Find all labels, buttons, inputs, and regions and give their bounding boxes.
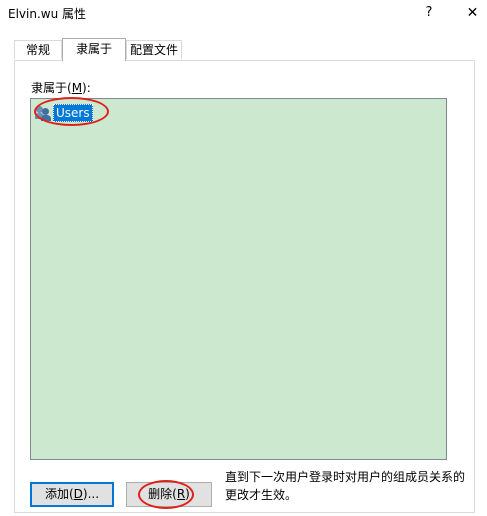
add-button-accel: D xyxy=(73,487,83,501)
title-bar: Elvin.wu 属性 ? ✕ xyxy=(0,0,487,26)
remove-button-suffix: ) xyxy=(185,487,190,501)
add-button[interactable]: 添加(D)... xyxy=(30,482,114,507)
member-of-label: 隶属于(M): xyxy=(31,79,91,96)
remove-button-prefix: 删除( xyxy=(148,487,177,501)
help-button[interactable]: ? xyxy=(414,0,444,26)
member-of-label-suffix: ): xyxy=(82,81,91,95)
remove-button[interactable]: 删除(R) xyxy=(126,482,212,507)
group-icon xyxy=(35,105,51,121)
membership-note: 直到下一次用户登录时对用户的组成员关系的更改才生效。 xyxy=(225,470,466,502)
member-of-label-accel: M xyxy=(71,81,83,95)
add-button-suffix: )... xyxy=(82,487,100,501)
group-item-label[interactable]: Users xyxy=(53,104,93,122)
tab-general[interactable]: 常规 xyxy=(14,40,62,59)
list-item[interactable]: Users xyxy=(35,104,93,122)
window-title: Elvin.wu 属性 xyxy=(8,7,87,21)
close-button[interactable]: ✕ xyxy=(458,0,487,26)
member-of-listbox[interactable]: Users xyxy=(30,98,447,460)
add-button-prefix: 添加( xyxy=(44,487,74,501)
tab-profile[interactable]: 配置文件 xyxy=(126,40,182,59)
member-of-label-prefix: 隶属于( xyxy=(31,81,72,95)
remove-button-accel: R xyxy=(176,487,186,501)
tab-member-of[interactable]: 隶属于 xyxy=(62,38,126,61)
